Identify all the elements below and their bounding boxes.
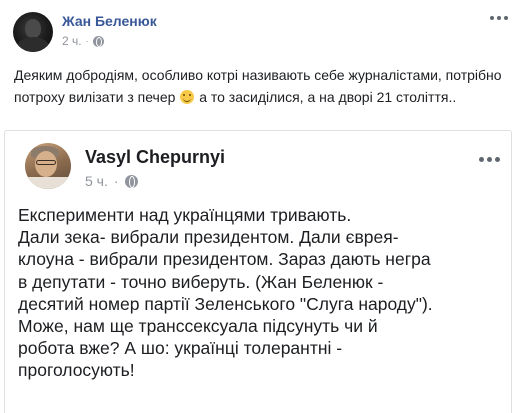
more-options-icon[interactable]	[479, 157, 500, 162]
dot	[504, 16, 508, 20]
avatar-glasses	[36, 160, 56, 165]
post-meta: 2 ч. ·	[62, 34, 104, 48]
post-text: Деяким добродіям, особливо котрі називаю…	[14, 64, 504, 108]
shared-post-text: Експерименти над українцями тривають. Да…	[18, 205, 433, 381]
avatar-shirt	[25, 177, 71, 189]
post-text-after-emoji: а то засиділися, а на дворі 21 століття.…	[195, 89, 457, 105]
shared-post-meta: 5 ч. ·	[85, 173, 138, 189]
meta-separator: ·	[85, 36, 89, 46]
more-options-icon[interactable]	[490, 16, 508, 20]
facebook-post: Жан Беленюк 2 ч. · Деяким добродіям, осо…	[0, 0, 515, 413]
avatar-head	[25, 19, 41, 38]
shared-post-author-name[interactable]: Vasyl Chepurnyi	[85, 147, 225, 168]
shared-author-avatar[interactable]	[25, 143, 71, 189]
post-timestamp[interactable]: 2 ч.	[62, 34, 82, 48]
shared-post-timestamp[interactable]: 5 ч.	[85, 173, 108, 189]
smiley-emoji-icon	[180, 90, 195, 104]
meta-separator: ·	[113, 173, 119, 189]
avatar-shoulders	[17, 37, 49, 52]
dot	[495, 157, 500, 162]
dot	[479, 157, 484, 162]
globe-icon[interactable]	[92, 35, 104, 47]
shared-post-card[interactable]: Vasyl Chepurnyi 5 ч. · Експерименти над …	[4, 130, 512, 413]
author-avatar[interactable]	[13, 12, 53, 52]
dot	[490, 16, 494, 20]
dot	[487, 157, 492, 162]
dot	[497, 16, 501, 20]
post-author-name[interactable]: Жан Беленюк	[62, 13, 157, 29]
globe-icon[interactable]	[124, 174, 138, 188]
